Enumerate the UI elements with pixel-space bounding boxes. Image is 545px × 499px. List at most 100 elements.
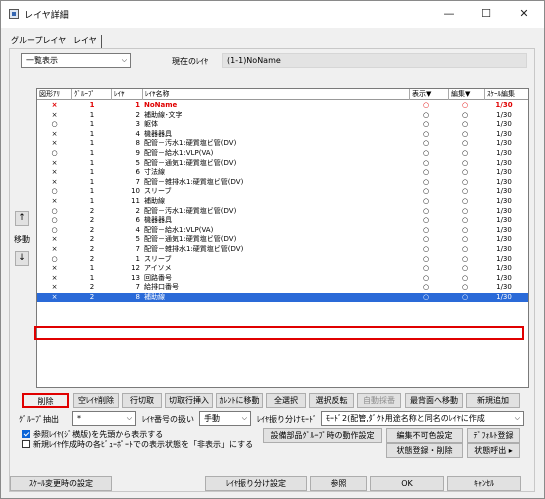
cut-row-button[interactable]: 行切取 — [122, 393, 162, 408]
maximize-button[interactable]: ☐ — [471, 4, 501, 24]
cell-type: × — [51, 283, 58, 292]
layer-split-mode-label: ﾚｲﾔ振り分けﾓｰﾄﾞ — [257, 415, 317, 424]
cell-disp: ○ — [422, 293, 430, 301]
cell-edit: ○ — [461, 245, 469, 253]
cell-edit: ○ — [461, 264, 469, 273]
table-row[interactable]: × 1 11 補助線 ○ ○ 1/30 — [37, 197, 528, 206]
cell-group: 1 — [89, 187, 95, 196]
table-row[interactable]: ○ 2 4 配管－給水1:VLP(VA) ○ ○ 1/30 — [37, 226, 528, 235]
title-bar: レイヤ詳細 — ☐ ✕ — [1, 1, 544, 28]
cell-disp: ○ — [422, 197, 430, 205]
cell-edit: ○ — [461, 254, 469, 263]
cell-scale: 1/30 — [496, 283, 512, 292]
table-row[interactable]: × 2 7 配管－雑排水1:硬質塩ビ管(DV) ○ ○ 1/30 — [37, 245, 528, 254]
cell-edit: ○ — [461, 216, 469, 225]
move-up-button[interactable]: ↑ — [15, 211, 29, 226]
table-row[interactable]: ○ 2 1 スリーブ ○ ○ 1/30 — [37, 255, 528, 264]
scale-change-settings-button[interactable]: ｽｹｰﾙ変更時の設定 — [10, 476, 112, 491]
new-layer-hidden-checkbox[interactable] — [22, 440, 30, 448]
table-row[interactable]: ○ 2 6 機器器具 ○ ○ 1/30 — [37, 216, 528, 225]
add-new-button[interactable]: 新規追加 — [466, 393, 520, 408]
header-display[interactable]: 表示▼ — [410, 89, 449, 100]
no-edit-color-button[interactable]: 編集不可色設定 — [386, 428, 463, 443]
reference-button[interactable]: 参照 — [310, 476, 367, 491]
cell-name: アイソメ — [144, 264, 172, 273]
cancel-button[interactable]: ｷｬﾝｾﾙ — [447, 476, 521, 491]
invert-selection-button[interactable]: 選択反転 — [309, 393, 354, 408]
table-row[interactable]: × 1 6 寸法線 ○ ○ 1/30 — [37, 168, 528, 177]
delete-button[interactable]: 削除 — [22, 393, 69, 408]
delete-empty-layer-button[interactable]: 空ﾚｲﾔ削除 — [73, 393, 119, 408]
cell-group: 2 — [89, 254, 95, 263]
header-layer[interactable]: ﾚｲﾔ — [112, 89, 143, 100]
paste-row-button[interactable]: 切取行挿入 — [165, 393, 213, 408]
cell-edit: ○ — [461, 187, 469, 196]
cell-type: ○ — [51, 149, 58, 157]
cell-type: ○ — [51, 187, 58, 196]
cell-name: 機器器具 — [144, 129, 172, 138]
cell-disp: ○ — [422, 283, 430, 292]
table-row[interactable]: ○ 2 2 配管－汚水1:硬質塩ビ管(DV) ○ ○ 1/30 — [37, 207, 528, 216]
tab-layer[interactable]: レイヤ — [73, 35, 97, 49]
cell-layer: 7 — [135, 283, 140, 292]
move-to-current-button[interactable]: ｶﾚﾝﾄに移動 — [216, 393, 263, 408]
table-row[interactable]: × 1 13 回路番号 ○ ○ 1/30 — [37, 274, 528, 283]
state-recall-button[interactable]: 状態呼出 ▸ — [467, 443, 520, 458]
table-row[interactable]: × 1 7 配管－雑排水1:硬質塩ビ管(DV) ○ ○ 1/30 — [37, 178, 528, 187]
table-row[interactable]: × 1 1 NoName ○ ○ 1/30 — [37, 101, 528, 110]
cell-scale: 1/30 — [496, 120, 512, 129]
auto-number-button[interactable]: 自動採番 — [357, 393, 401, 408]
cell-disp: ○ — [422, 245, 430, 253]
cell-layer: 8 — [135, 293, 140, 301]
cell-layer: 5 — [135, 235, 140, 244]
table-row[interactable]: × 2 8 補助線 ○ ○ 1/30 — [37, 293, 528, 302]
tab-group-layer[interactable]: グループレイヤ — [11, 35, 66, 49]
table-row[interactable]: × 2 7 給排口番号 ○ ○ 1/30 — [37, 283, 528, 292]
cell-type: × — [51, 264, 58, 273]
table-row[interactable]: ○ 1 10 スリーブ ○ ○ 1/30 — [37, 187, 528, 196]
minimize-button[interactable]: — — [434, 4, 464, 24]
table-row[interactable]: ○ 1 3 躯体 ○ ○ 1/30 — [37, 120, 528, 129]
window-title: レイヤ詳細 — [24, 11, 69, 21]
ok-button[interactable]: OK — [370, 476, 444, 491]
header-scale[interactable]: ｽｹｰﾙ編集 — [485, 89, 528, 100]
table-row[interactable]: × 1 8 配管－汚水1:硬質塩ビ管(DV) ○ ○ 1/30 — [37, 139, 528, 148]
header-group[interactable]: ｸﾞﾙｰﾌﾟ — [72, 89, 112, 100]
close-button[interactable]: ✕ — [509, 4, 539, 24]
table-row[interactable]: × 1 5 配管－通気1:硬質塩ビ管(DV) ○ ○ 1/30 — [37, 159, 528, 168]
default-register-button[interactable]: ﾃﾞﾌｫﾙﾄ登録 — [467, 428, 520, 443]
cell-name: 配管－通気1:硬質塩ビ管(DV) — [144, 235, 237, 244]
cell-type: × — [51, 177, 58, 186]
layer-table[interactable]: 図形ｱﾘ ｸﾞﾙｰﾌﾟ ﾚｲﾔ ﾚｲﾔ名称 表示▼ 編集▼ ｽｹｰﾙ編集 × 1 1… — [36, 88, 529, 388]
view-mode-select[interactable]: 一覧表示 ⌵ — [21, 53, 131, 68]
table-row[interactable]: × 1 4 機器器具 ○ ○ 1/30 — [37, 130, 528, 139]
cell-type: × — [51, 245, 58, 253]
cell-layer: 6 — [135, 216, 140, 225]
table-row[interactable]: ○ 1 9 配管－給水1:VLP(VA) ○ ○ 1/30 — [37, 149, 528, 158]
state-register-delete-button[interactable]: 状態登録・削除 — [386, 443, 463, 458]
header-name[interactable]: ﾚｲﾔ名称 — [143, 89, 410, 100]
table-row[interactable]: × 1 12 アイソメ ○ ○ 1/30 — [37, 264, 528, 273]
header-type[interactable]: 図形ｱﾘ — [37, 89, 72, 100]
equipment-group-settings-button[interactable]: 設備部品ｸﾞﾙｰﾌﾟ時の動作設定 — [263, 428, 382, 443]
cell-scale: 1/30 — [496, 197, 512, 205]
cell-disp: ○ — [422, 273, 430, 282]
move-down-button[interactable]: ↓ — [15, 251, 29, 266]
table-row[interactable]: × 1 2 補助線･文字 ○ ○ 1/30 — [37, 111, 528, 120]
cell-type: × — [51, 101, 58, 109]
layer-number-label: ﾚｲﾔ番号の扱い — [142, 415, 194, 424]
cell-name: 配管－雑排水1:硬質塩ビ管(DV) — [144, 245, 244, 253]
show-ref-layer-checkbox[interactable] — [22, 430, 30, 438]
move-to-back-button[interactable]: 最背面へ移動 — [405, 393, 463, 408]
layer-detail-window: レイヤ詳細 — ☐ ✕ グループレイヤ レイヤ 一覧表示 ⌵ 現在のﾚｲﾔ (1-… — [0, 0, 545, 499]
layer-number-select[interactable]: 手動 ⌵ — [199, 411, 251, 426]
cell-name: 補助線･文字 — [144, 110, 183, 119]
select-all-button[interactable]: 全選択 — [266, 393, 306, 408]
table-row[interactable]: × 2 5 配管－通気1:硬質塩ビ管(DV) ○ ○ 1/30 — [37, 235, 528, 244]
header-edit[interactable]: 編集▼ — [449, 89, 485, 100]
cell-scale: 1/30 — [496, 168, 512, 177]
cell-name: 配管－汚水1:硬質塩ビ管(DV) — [144, 139, 237, 148]
layer-split-settings-button[interactable]: ﾚｲﾔ振り分け設定 — [205, 476, 307, 491]
layer-split-mode-select[interactable]: ﾓｰﾄﾞ2(配管,ﾀﾞｸﾄ用途名称と同名のﾚｲﾔに作成 ⌵ — [321, 411, 524, 426]
group-extract-select[interactable]: * ⌵ — [72, 411, 136, 426]
